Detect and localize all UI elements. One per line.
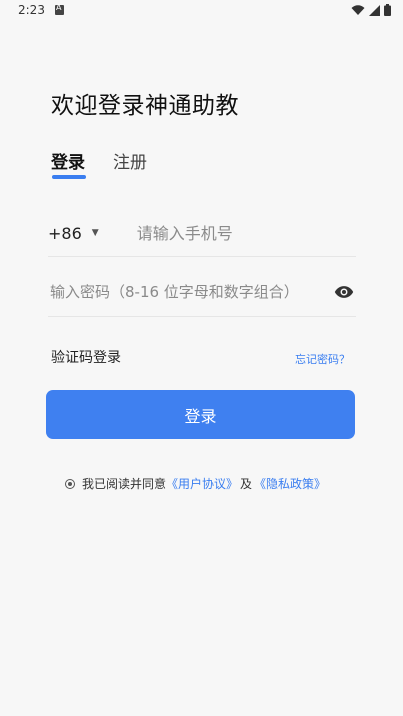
- tab-login-label: 登录: [51, 153, 85, 173]
- status-bar: 2:23: [0, 0, 403, 20]
- status-left: 2:23: [18, 3, 64, 17]
- auth-tabs: 登录 注册: [51, 148, 147, 179]
- tab-register[interactable]: 注册: [113, 148, 147, 173]
- password-field-row: [48, 268, 356, 317]
- tab-active-indicator: [52, 175, 86, 179]
- tab-login[interactable]: 登录: [51, 148, 86, 179]
- agreement-and: 及: [240, 477, 253, 491]
- agreement-prefix: 我已阅读并同意: [82, 477, 167, 491]
- agreement-row: 我已阅读并同意 《用户协议》 及 《隐私政策》: [65, 475, 326, 492]
- eye-icon[interactable]: [334, 282, 354, 302]
- phone-input[interactable]: [134, 222, 319, 244]
- radio-dot: [68, 481, 72, 486]
- user-agreement-link[interactable]: 《用户协议》: [166, 475, 238, 492]
- page-title: 欢迎登录神通助教: [51, 93, 239, 119]
- sms-login-link[interactable]: 验证码登录: [51, 347, 121, 367]
- wifi-icon: [351, 4, 365, 15]
- radio-icon[interactable]: [65, 478, 75, 489]
- forgot-password-link[interactable]: 忘记密码？: [295, 351, 350, 367]
- tab-register-label: 注册: [113, 153, 147, 173]
- privacy-policy-link[interactable]: 《隐私政策》: [254, 475, 326, 492]
- status-right: [351, 4, 391, 16]
- password-input[interactable]: [48, 282, 322, 302]
- phone-field-row: +86 ▼: [48, 210, 356, 257]
- status-time: 2:23: [18, 3, 45, 17]
- country-code-selector[interactable]: +86: [48, 224, 82, 243]
- signal-icon: [369, 4, 380, 16]
- sim-icon: [54, 3, 64, 15]
- dropdown-caret-icon[interactable]: ▼: [92, 228, 99, 238]
- login-button[interactable]: 登录: [46, 390, 355, 439]
- battery-icon: [384, 4, 391, 16]
